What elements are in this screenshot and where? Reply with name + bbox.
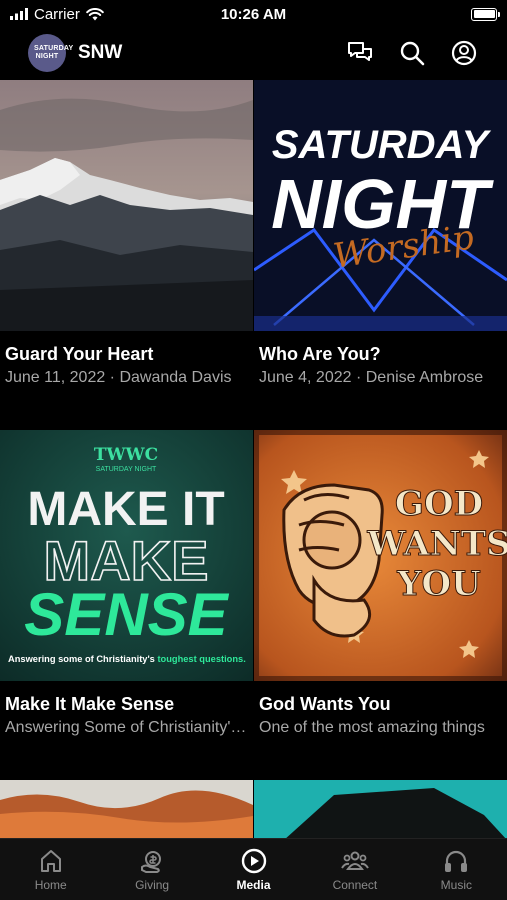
mims-brand-sub: SATURDAY NIGHT [96, 466, 157, 473]
saturday-night-worship-thumbnail: SATURDAY NIGHT Worship [254, 80, 507, 331]
church-logo[interactable]: SATURDAY NIGHT [28, 34, 74, 72]
make-it-make-sense-thumbnail: TWWC SATURDAY NIGHT MAKE IT MAKE SENSE A… [0, 430, 253, 681]
card-subtitle: One of the most amazing things [259, 719, 485, 736]
media-card-god-wants-you[interactable]: GOD WANTS YOU God Wants You One of the m… [254, 430, 507, 737]
mims-caption-highlight: toughest questions. [157, 654, 245, 664]
tab-music[interactable]: Music [406, 839, 507, 900]
gwy-line1: GOD [395, 484, 483, 524]
snw-line1: SATURDAY [272, 123, 492, 167]
battery-icon [471, 7, 500, 21]
search-icon[interactable] [397, 38, 427, 68]
signal-icon [10, 8, 28, 20]
media-card-guard-your-heart[interactable]: Guard Your Heart June 11, 2022 · Dawanda… [0, 80, 253, 387]
carrier-label: Carrier [34, 5, 80, 23]
mountain-thumbnail [0, 80, 253, 331]
god-wants-you-thumbnail: GOD WANTS YOU [254, 430, 507, 681]
home-icon [40, 850, 61, 872]
wifi-icon [86, 7, 104, 20]
media-card-partial-left[interactable] [0, 780, 253, 840]
tab-home[interactable]: Home [0, 839, 101, 900]
mims-caption: Answering some of Christianity's [8, 654, 157, 664]
card-title: Make It Make Sense [5, 694, 175, 714]
media-card-make-it-make-sense[interactable]: TWWC SATURDAY NIGHT MAKE IT MAKE SENSE A… [0, 430, 253, 737]
mims-line3: SENSE [24, 581, 229, 648]
partial-thumbnail [254, 780, 507, 840]
logo-text: SATURDAY NIGHT [34, 45, 74, 60]
status-left: Carrier [10, 6, 104, 23]
play-icon [241, 848, 266, 874]
card-subtitle: June 11, 2022 · Dawanda Davis [5, 369, 232, 386]
app-header: SATURDAY NIGHT SNW [0, 30, 507, 76]
card-subtitle: June 4, 2022 · Denise Ambrose [259, 369, 484, 386]
people-icon [341, 851, 369, 870]
tab-label: Media [236, 878, 271, 892]
profile-icon[interactable] [449, 38, 479, 68]
tab-label: Home [34, 878, 67, 892]
gwy-line3: YOU [396, 564, 481, 604]
app-title: SNW [78, 42, 123, 63]
media-card-partial-right[interactable] [254, 780, 507, 840]
card-subtitle: Answering Some of Christianity's toughes… [5, 719, 253, 736]
card-title: Guard Your Heart [5, 344, 154, 364]
tab-label: Connect [332, 878, 378, 892]
media-card-who-are-you[interactable]: SATURDAY NIGHT Worship Who Are You? June… [254, 80, 507, 387]
tab-media[interactable]: Media [203, 839, 304, 900]
chat-icon[interactable] [345, 38, 375, 68]
svg-text:Answering some of Christianity: Answering some of Christianity's toughes… [8, 654, 246, 664]
mims-brand: TWWC [94, 445, 158, 465]
gwy-line2: WANTS [366, 524, 507, 564]
tab-connect[interactable]: Connect [304, 839, 405, 900]
status-bar: Carrier 10:26 AM [0, 0, 507, 28]
partial-thumbnail [0, 780, 253, 840]
bottom-tab-bar: Home Giving Media Connect Music [0, 838, 507, 900]
tab-giving[interactable]: Giving [101, 839, 202, 900]
header-actions [345, 38, 479, 68]
headphones-icon [445, 850, 468, 872]
card-title: God Wants You [259, 694, 391, 714]
tab-label: Music [440, 878, 472, 892]
card-title: Who Are You? [259, 344, 381, 364]
tab-label: Giving [135, 878, 170, 892]
giving-icon [141, 851, 162, 873]
